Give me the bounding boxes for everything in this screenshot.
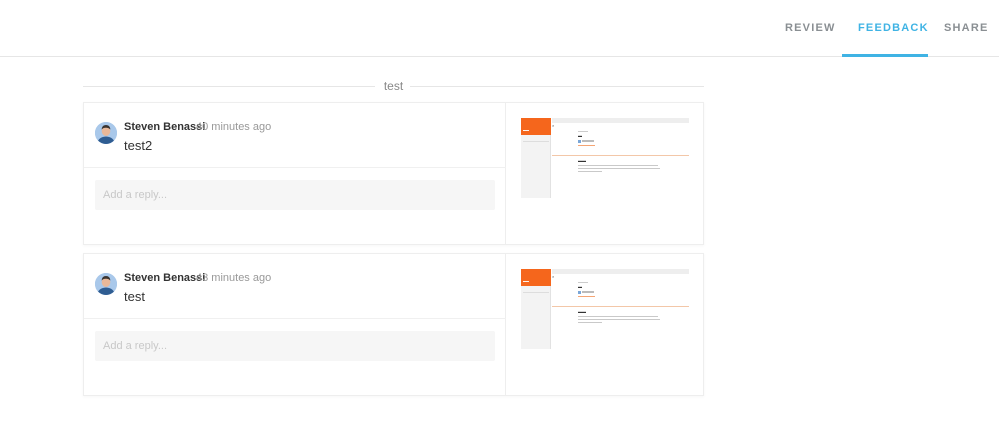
- thumb-title: ▬: [578, 284, 582, 289]
- page-preview-thumbnail-icon[interactable]: ▬▬ × ▬ ▬▬: [521, 269, 689, 349]
- thumb-avatar-icon: [578, 291, 581, 294]
- thumb-brand-block: ▬▬: [521, 118, 551, 135]
- comment-card: Steven Benassi 43 minutes ago test ▬▬ × …: [83, 253, 704, 396]
- thumb-sidebar: [521, 135, 551, 198]
- thumb-accent-line: [578, 145, 595, 146]
- thumb-close-icon: ×: [552, 274, 555, 279]
- comment-author[interactable]: Steven Benassi: [124, 121, 205, 133]
- thumb-close-icon: ×: [552, 123, 555, 128]
- thumb-heading: ▬▬: [578, 158, 586, 163]
- comment-author[interactable]: Steven Benassi: [124, 272, 205, 284]
- thumb-breadcrumb: [578, 131, 588, 132]
- group-divider: test: [83, 77, 704, 95]
- thumb-brand-text: ▬▬: [523, 279, 529, 283]
- thumb-sidebar-row: [523, 290, 549, 293]
- tab-feedback[interactable]: FEEDBACK: [858, 22, 929, 34]
- thumb-sidebar-row: [523, 139, 549, 142]
- comment-card: Steven Benassi 40 minutes ago test2 ▬▬ ×…: [83, 102, 704, 245]
- thumb-topbar: [552, 269, 689, 274]
- user-avatar-icon[interactable]: [95, 273, 117, 295]
- thumb-text-line: [578, 319, 660, 320]
- reply-input[interactable]: [95, 331, 495, 361]
- thumb-brand-text: ▬▬: [523, 128, 529, 132]
- thumb-topbar: [552, 118, 689, 123]
- comment-timestamp: 43 minutes ago: [196, 272, 272, 284]
- thumb-author: [582, 140, 594, 142]
- comment-body: test2: [124, 138, 153, 153]
- comment-timestamp: 40 minutes ago: [196, 121, 272, 133]
- thumb-text-line: [578, 322, 602, 323]
- thumb-author: [582, 291, 594, 293]
- comment-thread: Steven Benassi 40 minutes ago test2: [84, 103, 506, 244]
- thumb-heading: ▬▬: [578, 309, 586, 314]
- thumb-brand-block: ▬▬: [521, 269, 551, 286]
- thumb-accent-line: [578, 296, 595, 297]
- user-avatar-icon[interactable]: [95, 122, 117, 144]
- comment-body: test: [124, 289, 145, 304]
- tab-share[interactable]: SHARE: [944, 22, 989, 34]
- thumb-text-line: [578, 316, 658, 317]
- top-nav-bar: REVIEW FEEDBACK SHARE: [0, 0, 999, 57]
- tab-review[interactable]: REVIEW: [785, 22, 836, 34]
- thumb-text-line: [578, 165, 658, 166]
- thumb-sidebar: [521, 286, 551, 349]
- reply-input[interactable]: [95, 180, 495, 210]
- thumb-breadcrumb: [578, 282, 588, 283]
- comment-thread: Steven Benassi 43 minutes ago test: [84, 254, 506, 395]
- comment-header: Steven Benassi 40 minutes ago test2: [84, 103, 506, 168]
- thumb-divider: [552, 155, 689, 156]
- thumb-title: ▬: [578, 133, 582, 138]
- divider-line-right: [410, 86, 704, 87]
- comment-header: Steven Benassi 43 minutes ago test: [84, 254, 506, 319]
- thumb-avatar-icon: [578, 140, 581, 143]
- active-tab-indicator: [842, 54, 928, 57]
- thumb-divider: [552, 306, 689, 307]
- thumb-text-line: [578, 168, 660, 169]
- page-preview-thumbnail-icon[interactable]: ▬▬ × ▬ ▬▬: [521, 118, 689, 198]
- thumb-text-line: [578, 171, 602, 172]
